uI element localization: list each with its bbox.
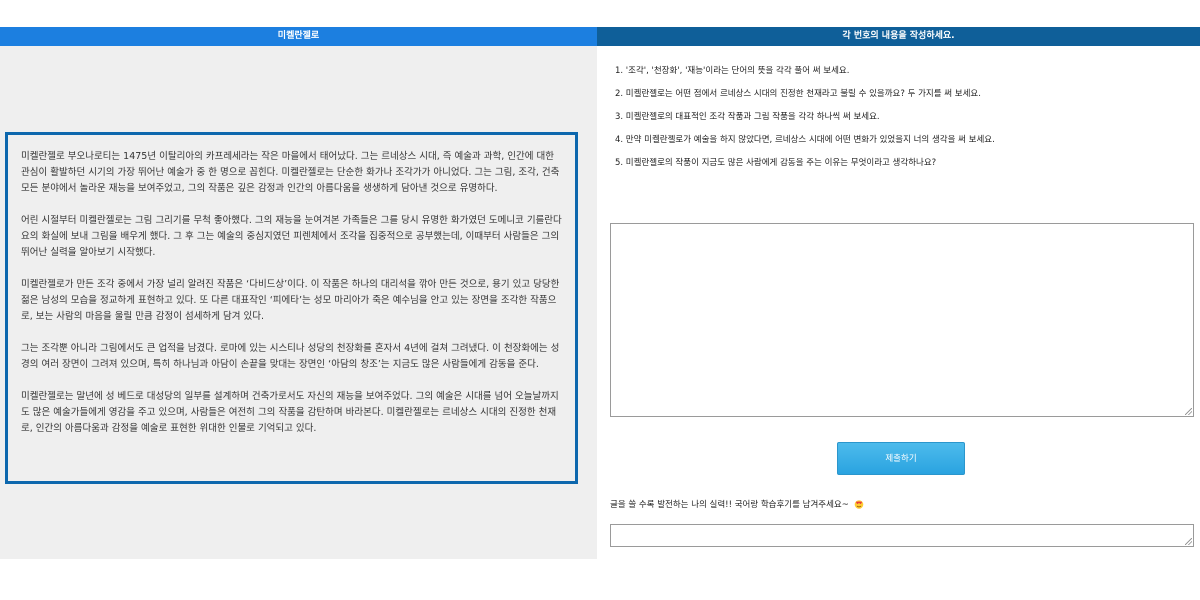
question-panel: 각 번호의 내용을 작성하세요. 1. '조각', '천장화', '재능'이라는… [597,27,1200,559]
resize-grip-icon[interactable] [1185,538,1192,545]
passage-paragraph: 어린 시절부터 미켈란젤로는 그림 그리기를 무척 좋아했다. 그의 재능을 눈… [21,215,562,258]
submit-button[interactable]: 제출하기 [837,442,965,475]
passage-paragraph: 미켈란젤로 부오나로티는 1475년 이탈리아의 카프레세라는 작은 마을에서 … [21,151,560,194]
question-list: 1. '조각', '천장화', '재능'이라는 단어의 뜻을 각각 풀어 써 보… [615,65,1195,180]
review-input[interactable] [610,524,1194,547]
passage-paragraph: 그는 조각뿐 아니라 그림에서도 큰 업적을 남겼다. 로마에 있는 시스티나 … [21,343,560,370]
passage-paragraph: 미켈란젤로가 만든 조각 중에서 가장 널리 알려진 작품은 ‘다비드상’이다.… [21,279,560,322]
review-prompt: 글을 쓸 수록 발전하는 나의 실력!! 국어랑 학습후기를 남겨주세요~ [610,499,864,511]
passage-paragraph: 미켈란젤로는 말년에 성 베드로 대성당의 일부를 설계하며 건축가로서도 자신… [21,391,559,434]
question-item: 1. '조각', '천장화', '재능'이라는 단어의 뜻을 각각 풀어 써 보… [615,66,850,76]
question-item: 5. 미켈란젤로의 작품이 지금도 많은 사람에게 감동을 주는 이유는 무엇이… [615,158,937,168]
passage-box: 미켈란젤로 부오나로티는 1475년 이탈리아의 카프레세라는 작은 마을에서 … [5,132,578,484]
answer-textarea[interactable] [610,223,1194,417]
heart-face-icon [854,500,863,509]
worksheet-app: 미켈란젤로 미켈란젤로 부오나로티는 1475년 이탈리아의 카프레세라는 작은… [0,0,1200,600]
reading-panel-title: 미켈란젤로 [0,27,597,46]
question-item: 2. 미켈란젤로는 어떤 점에서 르네상스 시대의 진정한 천재라고 불릴 수 … [615,89,981,99]
review-prompt-text: 글을 쓸 수록 발전하는 나의 실력!! 국어랑 학습후기를 남겨주세요~ [610,500,849,510]
question-item: 3. 미켈란젤로의 대표적인 조각 작품과 그림 작품을 각각 하나씩 써 보세… [615,112,880,122]
resize-grip-icon[interactable] [1185,408,1192,415]
reading-panel: 미켈란젤로 미켈란젤로 부오나로티는 1475년 이탈리아의 카프레세라는 작은… [0,27,597,559]
question-item: 4. 만약 미켈란젤로가 예술을 하지 않았다면, 르네상스 시대에 어떤 변화… [615,135,995,145]
question-panel-title: 각 번호의 내용을 작성하세요. [597,27,1200,46]
